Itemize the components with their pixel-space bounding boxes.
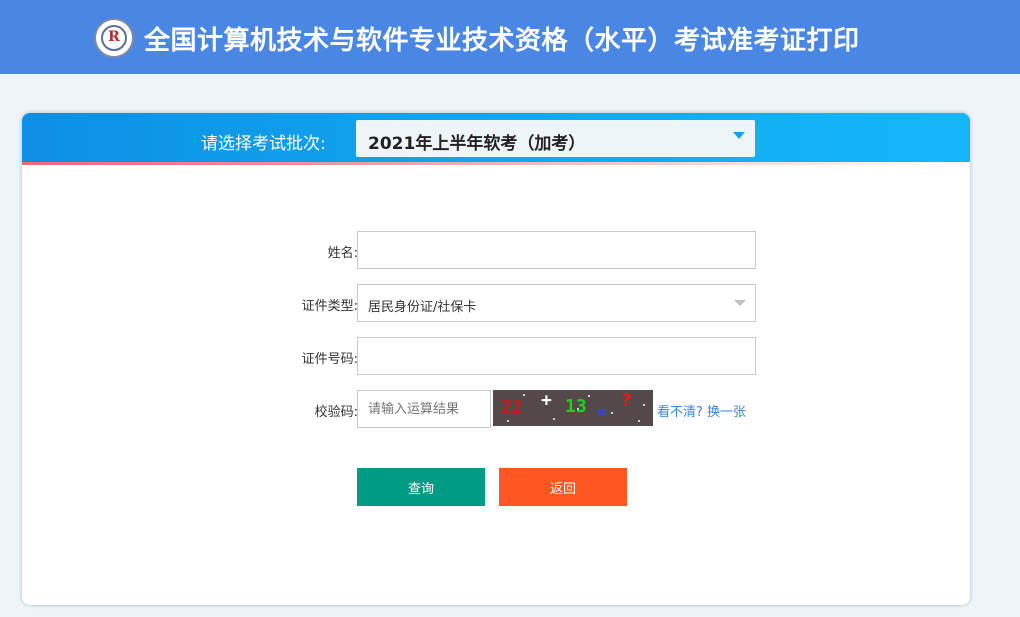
refresh-captcha-link[interactable]: 看不清? 换一张 bbox=[657, 401, 746, 420]
captcha-operator: + bbox=[541, 390, 552, 411]
captcha-noise bbox=[588, 395, 590, 397]
query-button[interactable]: 查询 bbox=[357, 468, 485, 506]
captcha-noise bbox=[638, 420, 640, 422]
chevron-down-icon bbox=[734, 300, 746, 306]
admission-ticket-card: 请选择考试批次: 2021年上半年软考（加考） 姓名: 证件类型: 居民身份证/… bbox=[22, 113, 970, 605]
captcha-noise bbox=[523, 394, 525, 396]
name-label: 姓名: bbox=[327, 246, 358, 261]
captcha-label: 校验码: bbox=[314, 405, 358, 420]
batch-selected-value: 2021年上半年软考（加考） bbox=[368, 134, 586, 154]
page-title: 全国计算机技术与软件专业技术资格（水平）考试准考证打印 bbox=[144, 25, 860, 56]
id-type-label: 证件类型: bbox=[301, 299, 358, 314]
captcha-noise bbox=[553, 418, 555, 420]
captcha-num1: 22 bbox=[501, 397, 523, 418]
captcha-input[interactable] bbox=[357, 390, 491, 428]
captcha-equals: = bbox=[597, 402, 607, 421]
captcha-noise bbox=[643, 404, 645, 406]
page-header: R 全国计算机技术与软件专业技术资格（水平）考试准考证打印 bbox=[0, 0, 1020, 74]
captcha-num2: 13 bbox=[565, 396, 587, 417]
id-number-input[interactable] bbox=[357, 337, 756, 375]
captcha-question: ? bbox=[621, 390, 632, 411]
name-input[interactable] bbox=[357, 231, 756, 269]
id-type-select[interactable]: 居民身份证/社保卡 bbox=[357, 284, 756, 322]
batch-bar-divider bbox=[22, 162, 970, 165]
id-type-selected-value: 居民身份证/社保卡 bbox=[368, 300, 477, 315]
batch-label: 请选择考试批次: bbox=[201, 134, 326, 154]
captcha-noise bbox=[577, 408, 579, 410]
id-number-label: 证件号码: bbox=[301, 352, 358, 367]
chevron-down-icon bbox=[733, 132, 745, 139]
captcha-noise bbox=[507, 420, 509, 422]
logo-mark: R bbox=[108, 29, 120, 45]
exam-logo-icon: R bbox=[94, 18, 134, 58]
captcha-image[interactable]: 22 + 13 = ? bbox=[493, 390, 653, 426]
header-inner: R 全国计算机技术与软件专业技术资格（水平）考试准考证打印 bbox=[94, 18, 860, 58]
batch-select[interactable]: 2021年上半年软考（加考） bbox=[356, 120, 755, 157]
batch-bar: 请选择考试批次: 2021年上半年软考（加考） bbox=[22, 113, 970, 162]
back-button[interactable]: 返回 bbox=[499, 468, 627, 506]
captcha-noise bbox=[611, 412, 613, 414]
